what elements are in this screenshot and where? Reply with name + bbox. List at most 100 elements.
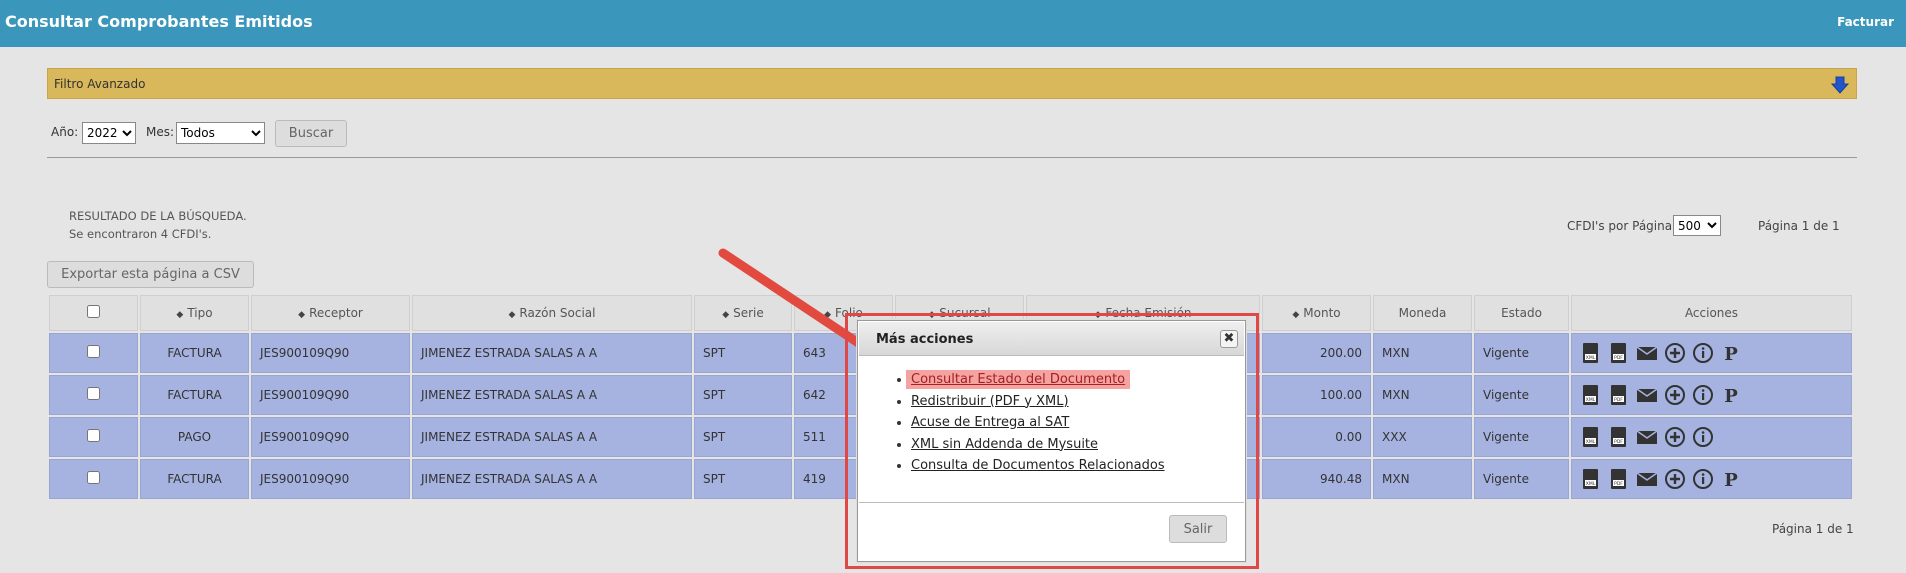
- email-icon[interactable]: [1636, 384, 1658, 406]
- sort-icon: ◆: [1292, 310, 1300, 320]
- cell-serie: SPT: [694, 459, 792, 499]
- xml-download-icon[interactable]: XML: [1580, 426, 1602, 448]
- cell-estado: Vigente: [1474, 375, 1569, 415]
- cell-serie: SPT: [694, 375, 792, 415]
- more-actions-dialog: Más acciones ✖ Consultar Estado del Docu…: [857, 320, 1246, 562]
- p-icon[interactable]: P: [1720, 468, 1742, 491]
- facturar-link[interactable]: Facturar: [1837, 15, 1894, 29]
- close-icon[interactable]: ✖: [1220, 330, 1238, 348]
- svg-text:XML: XML: [1586, 355, 1596, 361]
- action-item: XML sin Addenda de Mysuite: [911, 434, 1165, 456]
- column-razon-social[interactable]: ◆ Razón Social: [412, 295, 692, 331]
- p-icon[interactable]: P: [1720, 342, 1742, 365]
- search-button[interactable]: Buscar: [275, 120, 347, 147]
- pagination-bottom: Página 1 de 1: [1772, 522, 1854, 536]
- sort-icon: ◆: [824, 310, 832, 320]
- cell-estado: Vigente: [1474, 459, 1569, 499]
- acuse-entrega-link[interactable]: Acuse de Entrega al SAT: [911, 415, 1069, 430]
- xml-download-icon[interactable]: XML: [1580, 384, 1602, 406]
- row-select-cell[interactable]: [49, 333, 138, 373]
- cell-monto: 100.00: [1262, 375, 1371, 415]
- consultar-estado-link[interactable]: Consultar Estado del Documento: [906, 370, 1131, 389]
- svg-text:XML: XML: [1586, 397, 1596, 403]
- row-actions: XML PDF P: [1580, 384, 1843, 407]
- advanced-filter-label: Filtro Avanzado: [54, 77, 146, 91]
- column-label: Razón Social: [519, 306, 596, 320]
- column-tipo[interactable]: ◆ Tipo: [140, 295, 249, 331]
- row-select-cell[interactable]: [49, 459, 138, 499]
- svg-text:PDF: PDF: [1614, 481, 1623, 487]
- info-icon[interactable]: [1692, 384, 1714, 406]
- sort-icon: ◆: [298, 310, 306, 320]
- column-serie[interactable]: ◆ Serie: [694, 295, 792, 331]
- cell-moneda: MXN: [1373, 459, 1472, 499]
- action-item: Consultar Estado del Documento: [906, 369, 1165, 391]
- email-icon[interactable]: [1636, 468, 1658, 490]
- cell-acciones: XML PDF P: [1571, 333, 1852, 373]
- cell-razon-social: JIMENEZ ESTRADA SALAS A A: [412, 333, 692, 373]
- column-label: Tipo: [187, 306, 213, 320]
- result-count: Se encontraron 4 CFDI's.: [69, 227, 212, 241]
- cell-moneda: XXX: [1373, 417, 1472, 457]
- column-monto[interactable]: ◆ Monto: [1262, 295, 1371, 331]
- add-icon[interactable]: [1664, 468, 1686, 490]
- action-item: Acuse de Entrega al SAT: [911, 412, 1165, 434]
- cell-serie: SPT: [694, 417, 792, 457]
- info-icon[interactable]: [1692, 468, 1714, 490]
- cell-tipo: PAGO: [140, 417, 249, 457]
- pdf-download-icon[interactable]: PDF: [1608, 426, 1630, 448]
- cell-razon-social: JIMENEZ ESTRADA SALAS A A: [412, 375, 692, 415]
- sort-icon: ◆: [722, 310, 730, 320]
- svg-text:PDF: PDF: [1614, 397, 1623, 403]
- month-select[interactable]: Todos: [176, 122, 265, 144]
- column-estado: Estado: [1474, 295, 1569, 331]
- row-actions: XML PDF P: [1580, 342, 1843, 365]
- cell-acciones: XML PDF P: [1571, 459, 1852, 499]
- top-bar: Consultar Comprobantes Emitidos Facturar: [0, 0, 1906, 47]
- exit-button[interactable]: Salir: [1169, 515, 1227, 543]
- add-icon[interactable]: [1664, 384, 1686, 406]
- result-summary: RESULTADO DE LA BÚSQUEDA. Se encontraron…: [69, 207, 247, 243]
- cell-tipo: FACTURA: [140, 375, 249, 415]
- row-select-cell[interactable]: [49, 375, 138, 415]
- cell-tipo: FACTURA: [140, 333, 249, 373]
- xml-download-icon[interactable]: XML: [1580, 468, 1602, 490]
- arrow-down-icon[interactable]: [1830, 75, 1850, 95]
- select-all-checkbox[interactable]: [87, 305, 100, 318]
- svg-text:P: P: [1724, 344, 1738, 364]
- svg-text:P: P: [1724, 470, 1738, 490]
- cell-receptor: JES900109Q90: [251, 417, 410, 457]
- documentos-relacionados-link[interactable]: Consulta de Documentos Relacionados: [911, 458, 1165, 473]
- email-icon[interactable]: [1636, 342, 1658, 364]
- export-csv-button[interactable]: Exportar esta página a CSV: [47, 261, 254, 288]
- per-page-label: CFDI's por Página:: [1567, 219, 1677, 233]
- pdf-download-icon[interactable]: PDF: [1608, 384, 1630, 406]
- year-select[interactable]: 2022: [82, 122, 136, 144]
- row-checkbox[interactable]: [87, 387, 100, 400]
- row-select-cell[interactable]: [49, 417, 138, 457]
- cell-receptor: JES900109Q90: [251, 459, 410, 499]
- per-page-select[interactable]: 500: [1673, 215, 1721, 236]
- column-receptor[interactable]: ◆ Receptor: [251, 295, 410, 331]
- dialog-title: Más acciones: [876, 332, 974, 347]
- info-icon[interactable]: [1692, 426, 1714, 448]
- xml-download-icon[interactable]: XML: [1580, 342, 1602, 364]
- row-checkbox[interactable]: [87, 429, 100, 442]
- redistribuir-link[interactable]: Redistribuir (PDF y XML): [911, 394, 1069, 409]
- p-icon[interactable]: P: [1720, 384, 1742, 407]
- row-checkbox[interactable]: [87, 471, 100, 484]
- email-icon[interactable]: [1636, 426, 1658, 448]
- add-icon[interactable]: [1664, 426, 1686, 448]
- sort-icon: ◆: [176, 310, 184, 320]
- cell-acciones: XML PDF: [1571, 417, 1852, 457]
- pdf-download-icon[interactable]: PDF: [1608, 468, 1630, 490]
- xml-sin-addenda-link[interactable]: XML sin Addenda de Mysuite: [911, 437, 1098, 452]
- column-label: Receptor: [309, 306, 363, 320]
- pdf-download-icon[interactable]: PDF: [1608, 342, 1630, 364]
- row-checkbox[interactable]: [87, 345, 100, 358]
- info-icon[interactable]: [1692, 342, 1714, 364]
- advanced-filter-bar[interactable]: Filtro Avanzado: [47, 68, 1857, 99]
- add-icon[interactable]: [1664, 342, 1686, 364]
- sort-icon: ◆: [508, 310, 516, 320]
- select-all-header[interactable]: [49, 295, 138, 331]
